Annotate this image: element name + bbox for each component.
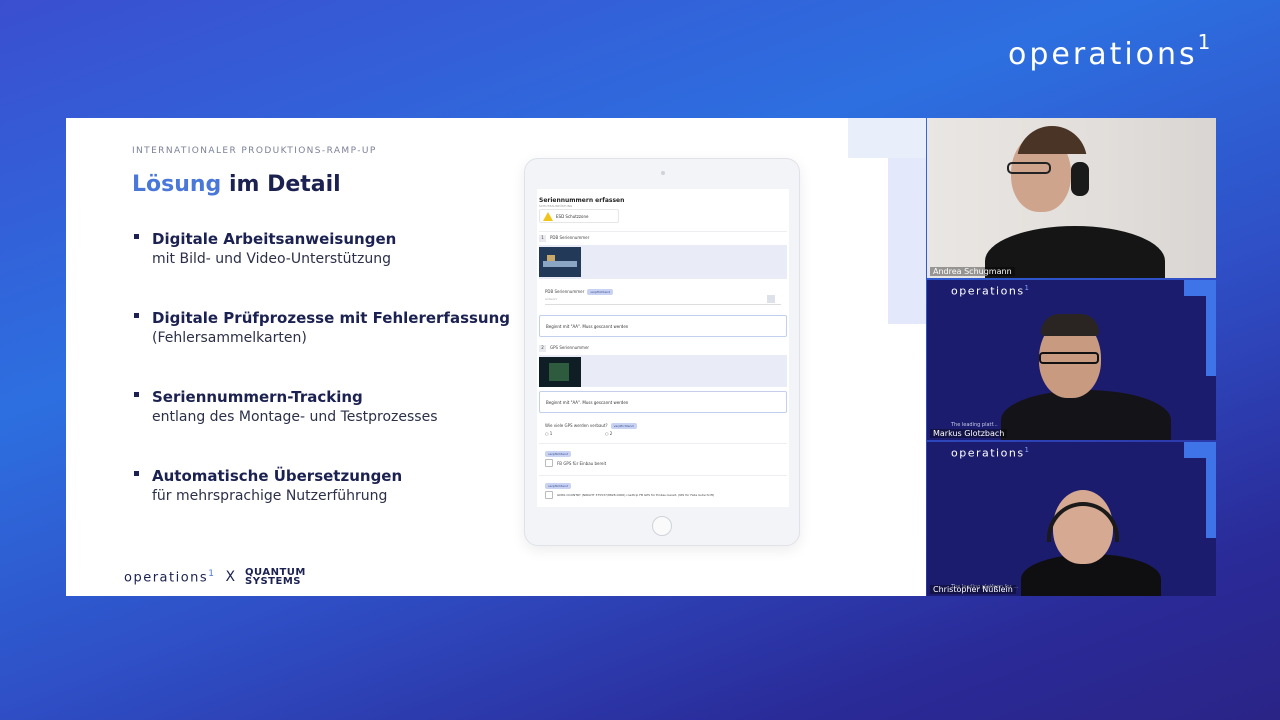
tile-brand-text: operations (951, 284, 1025, 298)
bullet-square-icon (134, 313, 139, 318)
bullet-subtitle: für mehrsprachige Nutzerführung (152, 488, 388, 504)
bullet-square-icon (134, 234, 139, 239)
tile-brand-mark: 1 (1024, 446, 1031, 454)
bullet-square-icon (134, 471, 139, 476)
checkbox-label: GNSS COUNTRY (NIRGHT 375537/8828-0000) r… (557, 493, 715, 497)
operations-logo: operations1 (1008, 30, 1213, 72)
warning-icon (543, 212, 553, 221)
bullet-item: Digitale Prüfprozesse mit Fehlererfassun… (132, 307, 532, 386)
warning-card: ESD Schutzzone (539, 209, 619, 223)
field-label-text: PDB Seriennummer (545, 289, 585, 294)
checkbox[interactable] (545, 491, 553, 499)
required-tag: verpflichtend (610, 423, 637, 429)
screen-subtitle: SCHUTZAUSRÜSTUNG (539, 204, 573, 208)
radio-option-2[interactable]: ○ 2 (605, 431, 612, 436)
bullet-title: Digitale Arbeitsanweisungen (152, 230, 397, 248)
footer-ops-mark: 1 (208, 568, 216, 579)
checkbox[interactable] (545, 459, 553, 467)
video-tile-2[interactable]: operations1 The leading platf... Markus … (927, 280, 1216, 440)
divider (539, 443, 787, 444)
tablet-mockup: Seriennummern erfassen SCHUTZAUSRÜSTUNG … (524, 158, 800, 546)
info-box: Beginnt mit "AA". Muss gescannt werden (539, 315, 787, 337)
question: Wie viele GPS werden verbaut? verpflichte… (545, 423, 637, 429)
radio-option-1[interactable]: ○ 1 (545, 431, 552, 436)
bullet-square-icon (134, 392, 139, 397)
tile-brand-logo: operations1 (951, 446, 1031, 460)
quantum-systems-logo: QUANTUM SYSTEMS (245, 568, 306, 587)
slide-title: Lösung im Detail (132, 172, 341, 197)
bullet-subtitle: mit Bild- und Video-Unterstützung (152, 251, 391, 267)
tablet-camera (661, 171, 665, 175)
radio-label: 2 (609, 431, 613, 436)
section-number: 1 (539, 235, 546, 242)
bullet-item: Digitale Arbeitsanweisungen mit Bild- un… (132, 228, 532, 307)
brand-mark: 1 (1197, 30, 1214, 54)
question-text: Wie viele GPS werden verbaut? (545, 423, 608, 428)
required-tag: verpflichtend (545, 483, 571, 489)
bullet-list: Digitale Arbeitsanweisungen mit Bild- un… (132, 228, 532, 544)
bullet-subtitle: (Fehlersammelkarten) (152, 330, 307, 346)
tile-decoration (1206, 280, 1216, 376)
operations-footer-logo: operations1 (124, 569, 215, 585)
info-box: Beginnt mit "AA". Muss gescannt werden (539, 391, 787, 413)
bullet-subtitle: entlang des Montage- und Testprozesses (152, 409, 438, 425)
bullet-item: Seriennummern-Tracking entlang des Monta… (132, 386, 532, 465)
tile-brand-text: operations (951, 446, 1025, 460)
bullet-title: Automatische Übersetzungen (152, 467, 403, 485)
tile-decoration (1206, 442, 1216, 538)
divider (539, 231, 787, 232)
field-label: PDB Seriennummer verpflichtend (545, 289, 614, 295)
required-tag-row: verpflichtend (545, 483, 571, 489)
slide-title-accent: Lösung (132, 172, 222, 197)
tile-brand-logo: operations1 (951, 284, 1031, 298)
tile-tagline: The leading platf... (951, 422, 998, 428)
radio-label: 1 (549, 431, 553, 436)
footer-ops-text: operations (124, 570, 209, 586)
video-tile-3[interactable]: operations1 The leading platform for ...… (927, 442, 1216, 596)
participant-name: Markus Glotzbach (930, 429, 1008, 438)
footer-logos: operations1 X QUANTUM SYSTEMS (124, 568, 306, 587)
section-number: 2 (539, 345, 546, 352)
slide-title-rest: im Detail (221, 172, 341, 197)
warning-text: ESD Schutzzone (556, 214, 589, 219)
checkbox-label: FB GPS für Einbau bereit (557, 461, 607, 466)
shared-slide: INTERNATIONALER PRODUKTIONS-RAMP-UP Lösu… (66, 118, 926, 596)
bullet-item: Automatische Übersetzungen für mehrsprac… (132, 465, 532, 544)
slide-decoration (888, 158, 926, 324)
tablet-screen: Seriennummern erfassen SCHUTZAUSRÜSTUNG … (537, 189, 789, 507)
tablet-home-button (652, 516, 672, 536)
bullet-title: Seriennummern-Tracking (152, 388, 363, 406)
partner-line2: SYSTEMS (245, 576, 301, 587)
section-header: 2 GPS Seriennummer (539, 345, 589, 352)
video-tile-1[interactable]: Andrea Schugmann (927, 118, 1216, 278)
required-tag: verpflichtend (587, 289, 614, 295)
slide-kicker: INTERNATIONALER PRODUKTIONS-RAMP-UP (132, 146, 377, 156)
tile-brand-mark: 1 (1024, 284, 1031, 292)
screen-title: Seriennummern erfassen (539, 197, 625, 204)
machine-photo (539, 247, 581, 277)
participant-name: Christopher Nüßlein (930, 585, 1016, 594)
required-tag-row: verpflichtend (545, 451, 571, 457)
slide-decoration (848, 118, 926, 158)
partnership-x: X (225, 569, 236, 585)
section-label: PDB Seriennummer (550, 235, 590, 240)
section-header: 1 PDB Seriennummer (539, 235, 589, 242)
bullet-title: Digitale Prüfprozesse mit Fehlererfassun… (152, 309, 511, 327)
divider (539, 475, 787, 476)
gps-photo (539, 357, 581, 387)
section-label: GPS Seriennummer (550, 345, 590, 350)
participant-name: Andrea Schugmann (930, 267, 1015, 276)
brand-name: operations (1008, 37, 1198, 72)
serial-input[interactable]: Antwort (545, 297, 781, 305)
barcode-scan-icon[interactable] (767, 295, 775, 303)
required-tag: verpflichtend (545, 451, 571, 457)
